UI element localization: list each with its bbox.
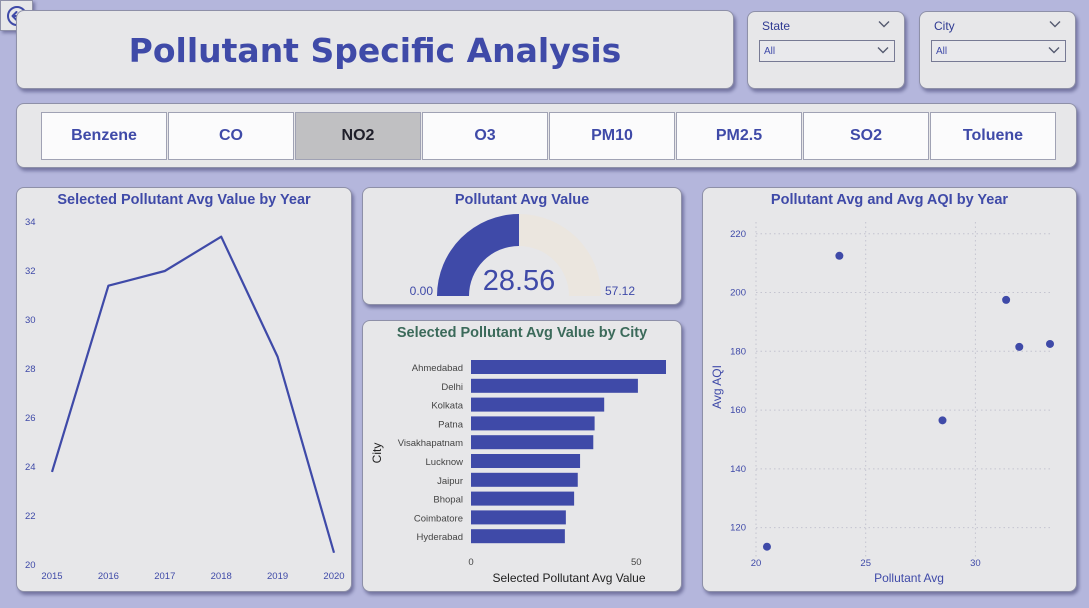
x-tick-label: 2019 (267, 571, 288, 582)
y-tick-label: 34 (25, 217, 36, 228)
gauge-card: Pollutant Avg Value 28.56 0.00 57.12 (362, 187, 682, 305)
bar (471, 529, 565, 544)
tab-label: Benzene (71, 127, 137, 144)
bar (471, 510, 566, 525)
gauge-value: 28.56 (483, 265, 556, 297)
line-chart: 20 22 24 26 28 30 32 34 2015 2016 2017 2018 2019 2020 (25, 217, 345, 582)
y-tick-label: 32 (25, 266, 36, 277)
pollutant-tabs-card: Benzene CO NO2 O3 PM10 PM2.5 SO2 Toluene (16, 103, 1077, 168)
y-tick-label: Visakhapatnam (398, 438, 463, 449)
y-tick-label: 20 (25, 560, 36, 571)
chevron-down-icon (1048, 47, 1060, 54)
y-tick-label: 220 (730, 229, 746, 240)
tab-o3[interactable]: O3 (422, 112, 548, 160)
state-slicer-label: State (762, 19, 791, 33)
x-tick-label: 2018 (211, 571, 232, 582)
bar (471, 472, 578, 487)
bar (471, 435, 594, 450)
gauge-max-label: 57.12 (605, 284, 635, 298)
scatter-point (1015, 342, 1024, 351)
bar (471, 416, 595, 431)
y-tick-label: Kolkata (431, 401, 463, 412)
x-tick-label: 2020 (323, 571, 344, 582)
bar (471, 491, 575, 506)
y-tick-label: 140 (730, 464, 746, 475)
tab-pm2-5[interactable]: PM2.5 (676, 112, 802, 160)
y-tick-label: 160 (730, 405, 746, 416)
x-tick-label: 2016 (98, 571, 119, 582)
tab-co[interactable]: CO (168, 112, 294, 160)
x-tick-label: 30 (970, 558, 981, 569)
y-tick-label: 24 (25, 462, 36, 473)
y-tick-label: 180 (730, 346, 746, 357)
chevron-down-icon[interactable] (878, 19, 890, 29)
tab-label: O3 (474, 127, 496, 144)
x-tick-label: 0 (468, 557, 473, 568)
city-dropdown-value: All (936, 46, 948, 57)
y-tick-label: Hyderabad (417, 532, 463, 543)
bar (471, 360, 666, 374)
scatter-chart: 120 140 160 180 200 220 20 25 30 Pollutant Avg Avg… (710, 222, 1054, 585)
gauge-min-label: 0.00 (410, 284, 434, 298)
tab-label: PM10 (591, 127, 633, 144)
chevron-down-icon[interactable] (1049, 19, 1061, 29)
city-slicer-label: City (934, 19, 955, 33)
scatter-point (762, 542, 771, 551)
bar (471, 397, 605, 412)
y-tick-label: 30 (25, 315, 36, 326)
title-card: Pollutant Specific Analysis (16, 10, 734, 89)
bar-chart: Ahmedabad Delhi Kolkata Patna Visakhapatnam L… (370, 360, 666, 585)
state-dropdown[interactable]: All (759, 40, 895, 62)
tab-label: NO2 (341, 127, 375, 144)
scatter-point (835, 251, 844, 260)
gauge-chart: 28.56 0.00 57.12 (410, 214, 635, 298)
tab-benzene[interactable]: Benzene (41, 112, 167, 160)
page-title: Pollutant Specific Analysis (128, 31, 622, 70)
tab-label: CO (219, 127, 243, 144)
x-axis-title: Pollutant Avg (874, 571, 944, 585)
y-axis-title: Avg AQI (710, 365, 724, 409)
city-dropdown[interactable]: All (931, 40, 1066, 62)
scatter-chart-card: Pollutant Avg and Avg AQI by Year 120 140… (702, 187, 1077, 592)
y-tick-label: Delhi (441, 382, 463, 393)
line-chart-card: Selected Pollutant Avg Value by Year 20 2… (16, 187, 352, 592)
x-tick-label: 25 (860, 558, 871, 569)
series-line (50, 235, 336, 554)
y-tick-label: Lucknow (426, 457, 464, 468)
x-tick-label: 20 (751, 558, 762, 569)
x-axis-title: Selected Pollutant Avg Value (493, 571, 646, 585)
scatter-point (1002, 295, 1011, 304)
scatter-point (938, 416, 947, 425)
y-tick-label: Jaipur (437, 476, 463, 487)
x-tick-label: 2017 (154, 571, 175, 582)
bar (471, 378, 638, 393)
chevron-down-icon (877, 47, 889, 54)
bar (471, 454, 581, 468)
tab-so2[interactable]: SO2 (803, 112, 929, 160)
y-tick-label: Patna (438, 419, 464, 430)
pollutant-tabs: Benzene CO NO2 O3 PM10 PM2.5 SO2 Toluene (41, 112, 1057, 160)
y-tick-label: 120 (730, 523, 746, 534)
x-tick-label: 2015 (41, 571, 62, 582)
tab-no2[interactable]: NO2 (295, 112, 421, 160)
y-tick-label: Ahmedabad (412, 363, 463, 374)
y-tick-label: 26 (25, 413, 36, 424)
tab-pm10[interactable]: PM10 (549, 112, 675, 160)
city-slicer: City All (919, 11, 1076, 89)
y-tick-label: 22 (25, 511, 36, 522)
scatter-point (1046, 339, 1054, 348)
bar-chart-card: Selected Pollutant Avg Value by City Ahm… (362, 320, 682, 592)
y-tick-label: Coimbatore (414, 513, 463, 524)
x-tick-label: 50 (631, 557, 642, 568)
y-axis-title: City (370, 443, 384, 464)
state-dropdown-value: All (764, 46, 776, 57)
y-tick-label: 28 (25, 364, 36, 375)
y-tick-label: Bhopal (433, 495, 463, 506)
y-tick-label: 200 (730, 288, 746, 299)
tab-label: PM2.5 (715, 127, 763, 144)
tab-toluene[interactable]: Toluene (930, 112, 1056, 160)
tab-label: SO2 (849, 127, 882, 144)
tab-label: Toluene (962, 127, 1024, 144)
state-slicer: State All (747, 11, 905, 89)
